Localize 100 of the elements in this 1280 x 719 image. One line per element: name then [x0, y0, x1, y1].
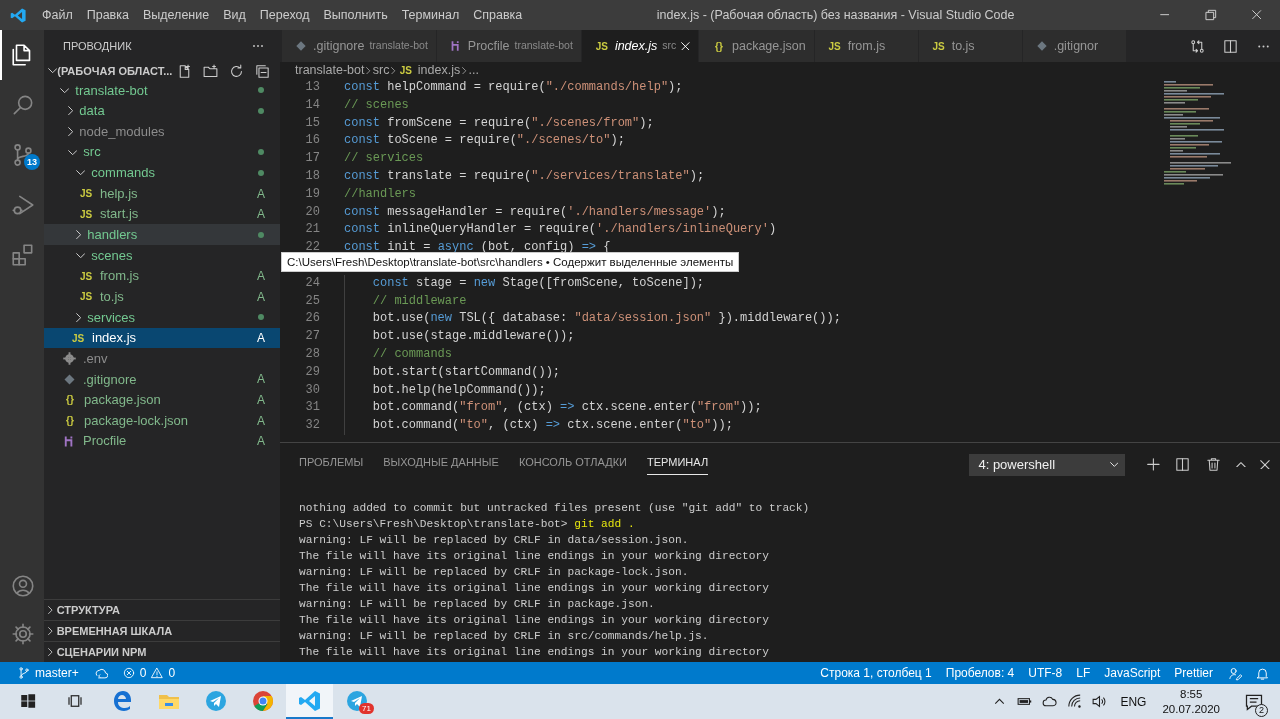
menu-item[interactable]: Справка — [466, 0, 530, 30]
problems-indicator[interactable]: 0 0 — [114, 664, 183, 682]
volume-icon[interactable] — [1091, 693, 1109, 710]
folder-name: scenes — [91, 246, 134, 265]
trash-icon[interactable] — [1205, 456, 1223, 473]
panel-tab[interactable]: КОНСОЛЬ ОТЛАДКИ — [518, 453, 627, 476]
code-editor-icon — [297, 688, 322, 713]
add-icon[interactable] — [1147, 458, 1161, 471]
folder-row[interactable]: commands — [44, 162, 280, 184]
status-item[interactable]: LF — [1069, 664, 1098, 682]
refresh-icon[interactable] — [228, 62, 245, 80]
breadcrumb-item[interactable]: index.js — [417, 61, 461, 80]
close-icon[interactable] — [1260, 459, 1270, 470]
status-item[interactable]: Prettier — [1167, 664, 1220, 682]
panel-tab[interactable]: ВЫХОДНЫЕ ДАННЫЕ — [383, 453, 499, 476]
editor-tab[interactable]: JS index.js src — [581, 30, 699, 62]
sidebar-title: ПРОВОДНИК — [63, 38, 132, 54]
menu-item[interactable]: Правка — [79, 0, 136, 30]
file-row[interactable]: JS start.js A — [44, 203, 280, 225]
feedback-icon[interactable] — [1228, 665, 1243, 681]
editor-tab[interactable]: JS to.js — [918, 30, 1023, 62]
menu-item[interactable]: Переход — [252, 0, 317, 30]
menu-item[interactable]: Выделение — [135, 0, 217, 30]
status-item[interactable]: Строка 1, столбец 1 — [813, 664, 939, 682]
new-folder-icon[interactable] — [202, 62, 219, 80]
panel-tab[interactable]: ТЕРМИНАЛ — [647, 453, 709, 476]
file-row[interactable]: Procfile A — [44, 430, 280, 452]
editor-tab[interactable]: Procfile translate-bot — [436, 30, 582, 62]
editor-tab[interactable]: JS from.js — [814, 30, 919, 62]
folder-row[interactable]: data — [44, 100, 280, 122]
code-line: const messageHandler = require('./handlers/message'); — [344, 203, 726, 221]
folder-name: services — [87, 308, 136, 327]
file-row[interactable]: {} package-lock.json A — [44, 410, 280, 431]
restore-icon — [1203, 7, 1219, 23]
editor-tab[interactable]: .gitignor — [1022, 30, 1127, 62]
gear-icon — [62, 351, 77, 367]
file-name: from.js — [100, 267, 140, 286]
git-status: A — [256, 185, 266, 203]
terminal-line: warning: LF will be replaced by CRLF in src/commands/help.js. — [299, 629, 710, 644]
status-item[interactable]: Пробелов: 4 — [938, 664, 1022, 682]
close-icon — [1252, 10, 1262, 20]
line-number: 29 — [304, 363, 320, 381]
section-title: СЦЕНАРИИ NPM — [56, 644, 147, 660]
folder-row[interactable]: src — [44, 141, 280, 163]
file-row[interactable]: .gitignore A — [44, 368, 280, 390]
file-row[interactable]: {} package.json A — [44, 389, 280, 411]
bell-icon[interactable] — [1255, 665, 1270, 681]
window-title: index.js - (Рабочая область) без названия - Visual Studio Code — [655, 6, 1016, 24]
editor-tab[interactable]: .gitignore translate-bot — [282, 30, 437, 62]
file-row[interactable]: JS help.js A — [44, 183, 280, 204]
language-indicator[interactable]: ENG — [1120, 692, 1147, 711]
menu-item[interactable]: Файл — [35, 0, 80, 30]
chevron-up-icon[interactable] — [1236, 461, 1247, 468]
folder-row[interactable]: node_modules — [44, 121, 280, 142]
chevron-icon[interactable] — [48, 68, 58, 74]
file-row[interactable]: JS from.js A — [44, 265, 280, 287]
panel-tab[interactable]: ПРОБЛЕМЫ — [299, 453, 364, 476]
file-row[interactable]: .env — [44, 348, 280, 369]
section-header[interactable]: СТРУКТУРА — [44, 599, 280, 620]
collapse-icon[interactable] — [254, 62, 271, 80]
taskbar-button[interactable]: 71 — [333, 684, 380, 719]
breadcrumb-item[interactable]: ... — [468, 61, 479, 80]
line-number: 28 — [304, 345, 320, 363]
chevron-icon — [1109, 462, 1119, 467]
error-icon — [121, 666, 136, 680]
line-number: 25 — [304, 292, 320, 310]
split-editor-icon[interactable] — [1222, 37, 1239, 55]
section-title: ВРЕМЕННАЯ ШКАЛА — [56, 623, 173, 639]
workspace-header[interactable]: (РАБОЧАЯ ОБЛАСТ... — [57, 62, 176, 80]
scm-button[interactable]: 13 — [0, 130, 44, 180]
terminal-select[interactable]: 4: powershell — [969, 453, 1126, 476]
breadcrumb-item[interactable]: src — [372, 61, 390, 80]
status-item[interactable]: UTF-8 — [1021, 664, 1070, 682]
split-icon[interactable] — [1174, 456, 1192, 473]
section-header[interactable]: ВРЕМЕННАЯ ШКАЛА — [44, 620, 280, 641]
tab-description: src — [662, 38, 677, 54]
status-item[interactable]: JavaScript — [1097, 664, 1168, 682]
git-status: A — [256, 391, 266, 409]
editor-tab[interactable]: {} package.json — [699, 30, 815, 62]
breadcrumb-item[interactable]: translate-bot — [295, 61, 365, 80]
tab-label: to.js — [951, 37, 975, 55]
folder-row[interactable]: scenes — [44, 245, 280, 266]
folder-row[interactable]: handlers — [44, 224, 280, 246]
line-number: 17 — [304, 150, 320, 168]
wifi-icon[interactable] — [1066, 693, 1084, 710]
paper-plane-icon — [344, 688, 369, 713]
terminal-line: The file will have its original line endings in your working directory — [299, 645, 770, 660]
code-line: const translate = require("./services/translate"); — [344, 168, 705, 185]
menu-item[interactable]: Терминал — [394, 0, 467, 30]
clock[interactable]: 8:55 20.07.2020 — [1162, 686, 1220, 717]
branch-indicator[interactable]: master+ — [10, 664, 86, 682]
compare-icon[interactable] — [1189, 37, 1206, 55]
file-row[interactable]: JS index.js A — [44, 327, 280, 349]
menu-item[interactable]: Вид — [216, 0, 253, 30]
code-line: bot.start(startCommand()); — [372, 363, 561, 381]
code-line: // services — [344, 150, 424, 168]
folder-row[interactable]: services — [44, 307, 280, 328]
file-row[interactable]: JS to.js A — [44, 286, 280, 308]
menu-item[interactable]: Выполнить — [316, 0, 395, 30]
folder-row[interactable]: translate-bot — [44, 80, 280, 101]
